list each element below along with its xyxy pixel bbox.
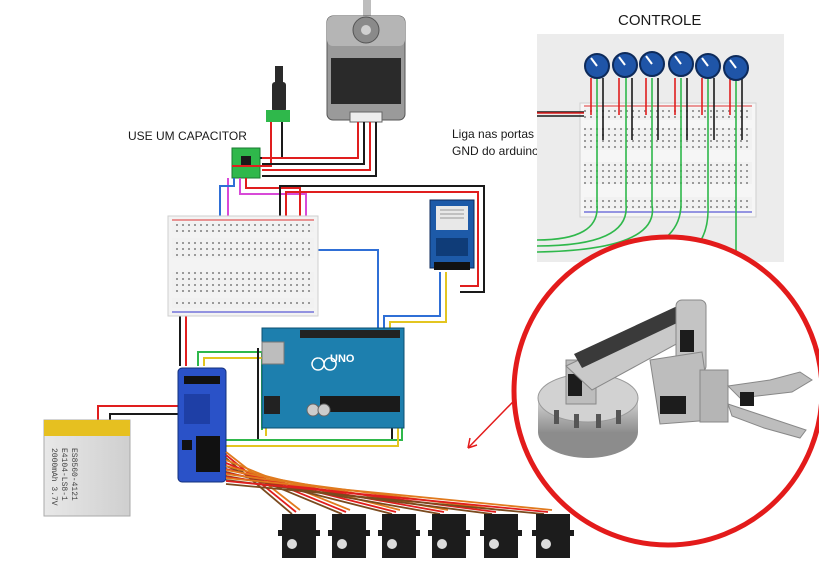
servo-5 — [480, 514, 522, 558]
servos — [278, 514, 574, 558]
arduino-uno: UNO — [261, 327, 405, 429]
bluetooth-module — [429, 199, 475, 270]
potentiometer-3[interactable] — [639, 51, 665, 77]
battery: ES8560-4121 E4104-LS8-1 2000mAh 3.7V — [43, 419, 131, 517]
robot-arm-illustration — [511, 234, 819, 548]
servo-driver-board — [177, 367, 227, 483]
servo-3 — [378, 514, 420, 558]
battery-label-2: E4104-LS8-1 — [59, 448, 68, 501]
wiring-diagram: UNO ES8560-4121 E4104-LS8-1 2000mAh 3.7V — [43, 0, 819, 558]
main-breadboard — [167, 215, 319, 317]
servo-wires — [225, 451, 553, 515]
potentiometer-4[interactable] — [668, 51, 694, 77]
potentiometer-1[interactable] — [584, 53, 610, 79]
stepper-motor — [326, 0, 406, 123]
servo-2 — [328, 514, 370, 558]
stepper-driver — [231, 147, 261, 179]
battery-label-1: ES8560-4121 — [69, 448, 78, 501]
servo-1 — [278, 514, 320, 558]
potentiometer-5[interactable] — [695, 53, 721, 79]
servo-4 — [428, 514, 470, 558]
potentiometer-2[interactable] — [612, 52, 638, 78]
controle-panel — [536, 34, 784, 266]
capacitor — [266, 66, 290, 122]
potentiometer-6[interactable] — [723, 55, 749, 81]
battery-label-3: 2000mAh 3.7V — [49, 448, 58, 506]
servo-6 — [532, 514, 574, 558]
